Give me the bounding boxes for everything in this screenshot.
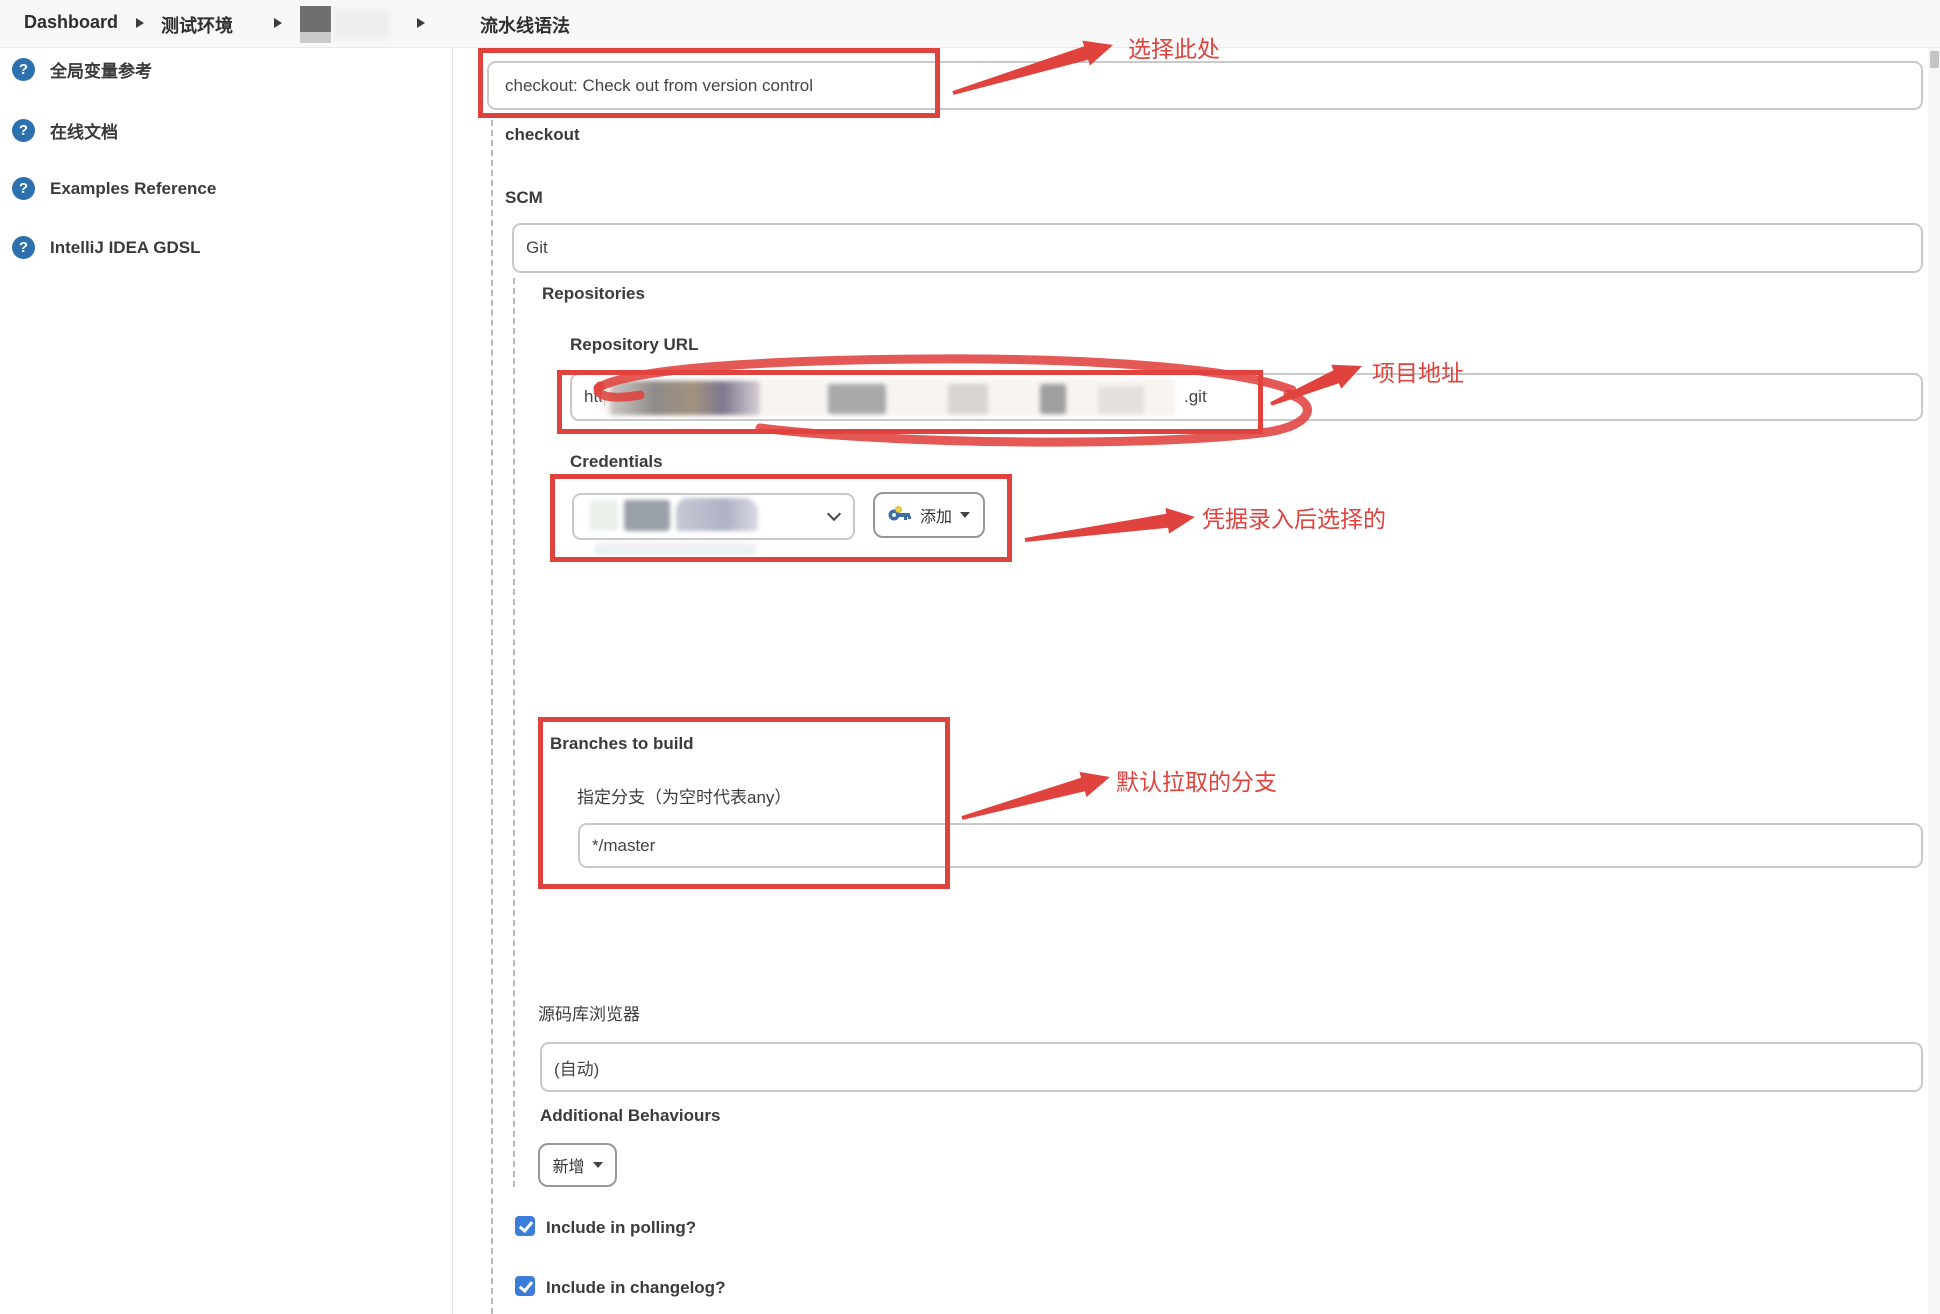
credentials-label: Credentials bbox=[570, 453, 663, 472]
breadcrumb: Dashboard 测试环境 流水线语法 bbox=[0, 0, 1940, 48]
pipeline-syntax-page: Dashboard 测试环境 流水线语法 全局变量参考 在线文档 Example… bbox=[0, 0, 1940, 1314]
include-in-changelog-checkbox[interactable] bbox=[515, 1276, 535, 1296]
breadcrumb-redacted-job[interactable] bbox=[300, 6, 331, 32]
help-icon bbox=[12, 177, 35, 200]
breadcrumb-pipeline-syntax[interactable]: 流水线语法 bbox=[480, 12, 570, 38]
scrollbar-thumb[interactable] bbox=[1930, 51, 1939, 68]
sidebar-item-examples-reference[interactable]: Examples Reference bbox=[12, 177, 216, 200]
highlight-box-branches bbox=[538, 717, 950, 889]
include-in-polling-label: Include in polling? bbox=[546, 1219, 696, 1238]
highlight-box-repository-url bbox=[557, 370, 1263, 434]
annotation-arrow bbox=[962, 772, 1111, 820]
scm-label: SCM bbox=[505, 189, 543, 208]
breadcrumb-redacted-job-shadow bbox=[300, 32, 331, 43]
scm-value: Git bbox=[526, 238, 548, 258]
tree-line-checkout bbox=[491, 120, 493, 1314]
scm-select[interactable]: Git bbox=[512, 223, 1923, 273]
add-behaviour-button[interactable]: 新增 bbox=[538, 1143, 617, 1187]
add-behaviour-label: 新增 bbox=[552, 1153, 584, 1177]
highlight-box-credentials bbox=[550, 474, 1012, 562]
sidebar: 全局变量参考 在线文档 Examples Reference IntelliJ … bbox=[0, 48, 453, 1314]
breadcrumb-test-env[interactable]: 测试环境 bbox=[161, 12, 233, 38]
checkout-section-label: checkout bbox=[505, 126, 580, 145]
chevron-right-icon bbox=[274, 18, 282, 28]
repo-browser-select[interactable]: (自动) bbox=[540, 1042, 1923, 1092]
annotation-select-here: 选择此处 bbox=[1128, 30, 1220, 64]
sidebar-item-intellij-gdsl[interactable]: IntelliJ IDEA GDSL bbox=[12, 236, 201, 259]
annotation-arrow bbox=[1025, 508, 1195, 542]
breadcrumb-redacted-smear bbox=[334, 9, 390, 39]
repositories-label: Repositories bbox=[542, 285, 645, 304]
caret-down-icon bbox=[593, 1162, 603, 1168]
sidebar-item-online-docs[interactable]: 在线文档 bbox=[12, 118, 118, 143]
sidebar-item-global-variables[interactable]: 全局变量参考 bbox=[12, 57, 152, 82]
tree-line-git bbox=[513, 278, 515, 1187]
annotation-default-branch: 默认拉取的分支 bbox=[1116, 763, 1277, 797]
sidebar-item-label: IntelliJ IDEA GDSL bbox=[50, 238, 201, 258]
include-in-changelog-label: Include in changelog? bbox=[546, 1279, 725, 1298]
repo-browser-value: (自动) bbox=[554, 1055, 599, 1080]
chevron-right-icon bbox=[136, 18, 144, 28]
sidebar-item-label: 在线文档 bbox=[50, 118, 118, 143]
annotation-project-address: 项目地址 bbox=[1372, 354, 1464, 388]
sidebar-item-label: Examples Reference bbox=[50, 179, 216, 199]
help-icon bbox=[12, 58, 35, 81]
chevron-right-icon bbox=[417, 18, 425, 28]
help-icon bbox=[12, 236, 35, 259]
sidebar-item-label: 全局变量参考 bbox=[50, 57, 152, 82]
breadcrumb-dashboard[interactable]: Dashboard bbox=[24, 12, 118, 33]
repo-browser-label: 源码库浏览器 bbox=[538, 1006, 640, 1025]
annotation-credentials-note: 凭据录入后选择的 bbox=[1202, 500, 1386, 534]
additional-behaviours-label: Additional Behaviours bbox=[540, 1107, 720, 1126]
repository-url-label: Repository URL bbox=[570, 336, 698, 355]
include-in-polling-checkbox[interactable] bbox=[515, 1216, 535, 1236]
scrollbar-track bbox=[1928, 48, 1940, 1314]
highlight-box-sample-step bbox=[478, 48, 940, 118]
help-icon bbox=[12, 119, 35, 142]
